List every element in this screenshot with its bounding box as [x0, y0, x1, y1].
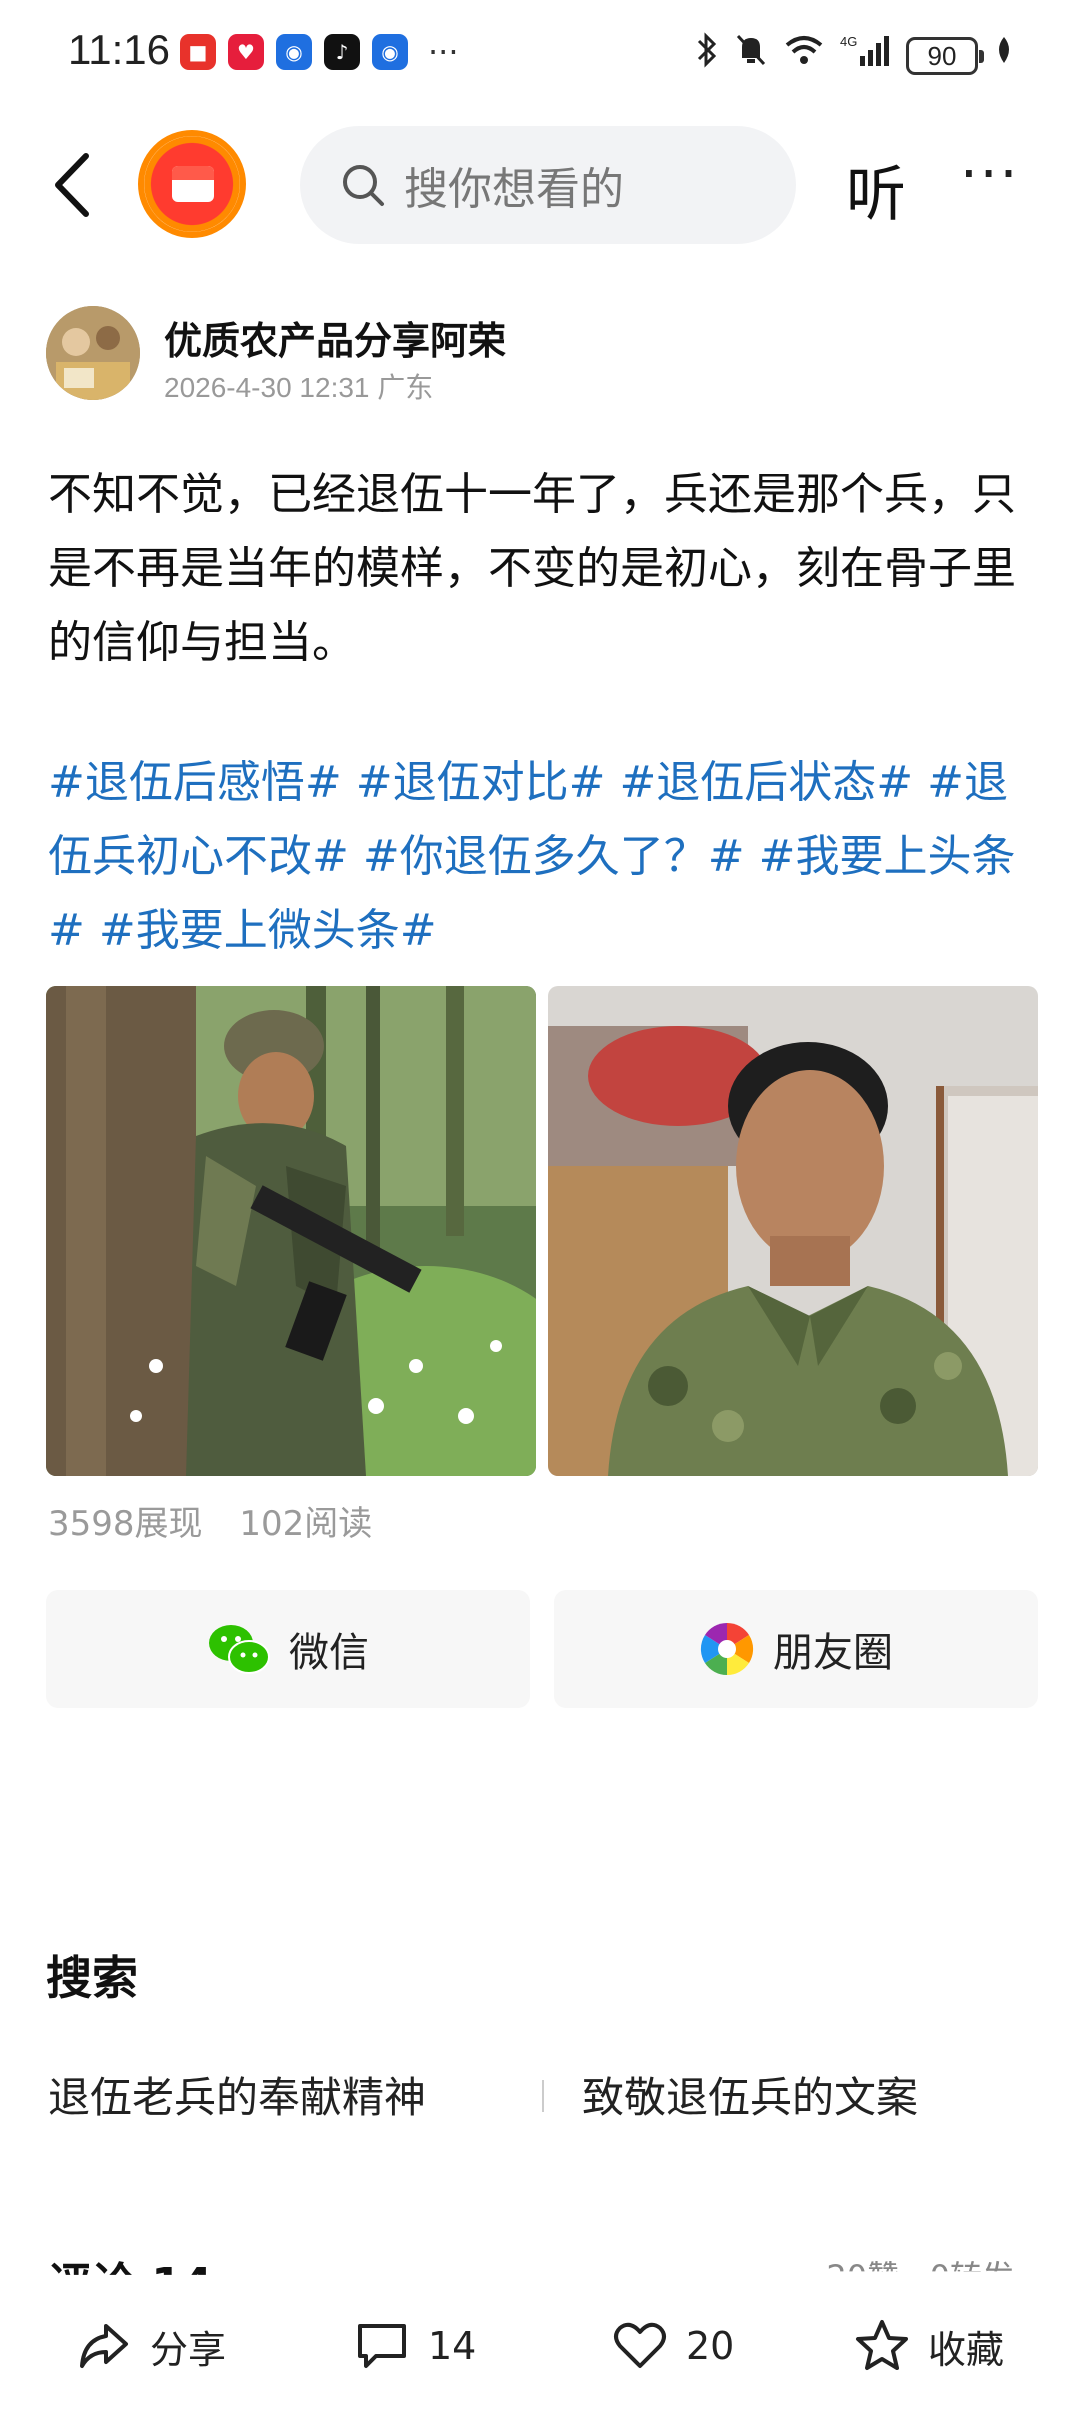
back-arrow-icon — [55, 153, 89, 217]
more-notifications-icon: ··· — [428, 33, 459, 71]
signal-4g-icon: 4G — [840, 32, 890, 79]
top-nav: 搜你想看的 听 ··· — [0, 120, 1084, 250]
red-packet-icon — [172, 166, 214, 202]
wifi-icon — [784, 33, 824, 78]
app-notification-icon: ♥ — [228, 34, 264, 70]
reads-count: 102阅读 — [239, 1504, 373, 1544]
share-label: 分享 — [150, 2327, 227, 2372]
post-body: 不知不觉，已经退伍十一年了，兵还是那个兵，只是不再是当年的模样，不变的是初心，刻… — [48, 469, 1016, 668]
like-count: 20 — [686, 2324, 735, 2368]
back-button[interactable] — [46, 150, 106, 220]
mute-icon — [734, 32, 768, 79]
author-avatar[interactable] — [46, 306, 140, 400]
impressions-count: 3598展现 — [48, 1504, 203, 1544]
search-icon — [343, 165, 384, 206]
tiktok-icon: ♪ — [324, 34, 360, 70]
more-options-button[interactable]: ··· — [960, 142, 1019, 207]
share-arrow-icon — [80, 2324, 128, 2368]
post-stats: 3598展现 102阅读 — [48, 1496, 398, 1545]
wechat-icon — [209, 1625, 270, 1674]
related-search-item[interactable]: 退伍老兵的奉献精神 — [48, 2064, 426, 2125]
divider — [542, 2080, 544, 2112]
status-bar: 11:16 ■ ♥ ◉ ♪ ◉ ··· 4G 90 — [0, 0, 1084, 110]
app-notification-icon: ◉ — [372, 34, 408, 70]
related-search-item[interactable]: 致敬退伍兵的文案 — [582, 2064, 918, 2125]
bluetooth-icon — [696, 32, 718, 79]
share-button[interactable]: 分享 — [76, 2318, 226, 2374]
post-image-soldier-past[interactable] — [46, 986, 536, 1476]
status-time: 11:16 — [68, 26, 170, 73]
comment-count: 14 — [428, 2324, 477, 2368]
favorite-button[interactable]: 收藏 — [854, 2318, 1004, 2374]
share-wechat-label: 微信 — [289, 1630, 369, 1676]
post-image-soldier-now[interactable] — [548, 986, 1038, 1476]
star-icon — [856, 2320, 908, 2370]
listen-button[interactable]: 听 — [846, 146, 906, 233]
share-wechat-button[interactable]: 微信 — [46, 1590, 530, 1708]
comment-button[interactable]: 14 — [354, 2318, 476, 2374]
app-notification-icon: ◉ — [276, 34, 312, 70]
author-name[interactable]: 优质农产品分享阿荣 — [164, 310, 506, 365]
search-section-title: 搜索 — [46, 1951, 138, 2005]
battery-indicator: 90 — [906, 36, 984, 75]
toutiao-logo[interactable] — [138, 130, 246, 238]
share-moments-label: 朋友圈 — [773, 1630, 893, 1676]
app-notification-icon: ■ — [180, 34, 216, 70]
author-row: 优质农产品分享阿荣 2026-4-30 12:31 广东 — [46, 306, 1046, 406]
system-icons: 4G 90 — [696, 32, 1014, 79]
svg-text:4G: 4G — [840, 34, 857, 49]
share-moments-button[interactable]: 朋友圈 — [554, 1590, 1038, 1708]
notification-icons: ■ ♥ ◉ ♪ ◉ ··· — [180, 34, 459, 70]
search-bar[interactable]: 搜你想看的 — [300, 126, 796, 244]
moments-icon — [700, 1622, 754, 1676]
favorite-label: 收藏 — [928, 2327, 1005, 2372]
like-button[interactable]: 20 — [612, 2318, 734, 2374]
leaf-icon — [994, 35, 1014, 76]
bottom-action-bar: 分享 14 20 收藏 — [0, 2280, 1084, 2412]
comment-icon — [358, 2324, 406, 2368]
search-placeholder: 搜你想看的 — [404, 164, 624, 215]
post-meta: 2026-4-30 12:31 广东 — [164, 372, 434, 403]
heart-icon — [614, 2322, 666, 2368]
post-hashtags[interactable]: #退伍后感悟# #退伍对比# #退伍后状态# #退伍兵初心不改# #你退伍多久了… — [48, 746, 1048, 968]
